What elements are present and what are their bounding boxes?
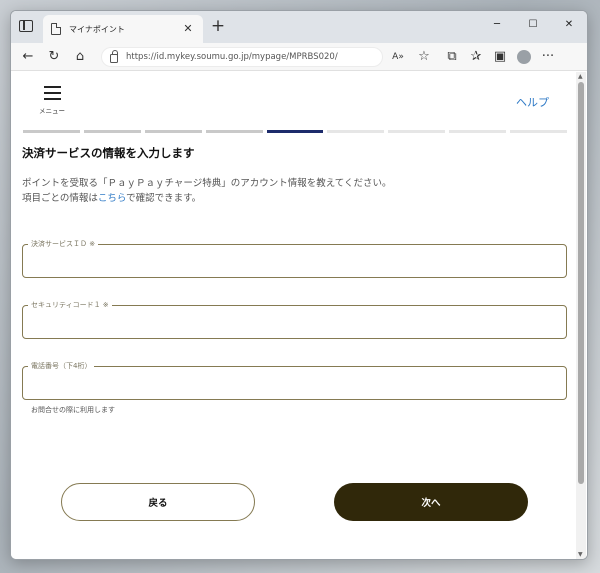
phone-number-field[interactable]: 電話番号（下4桁） [22, 361, 567, 400]
read-aloud-icon[interactable]: A» [387, 46, 409, 68]
tab-close-icon[interactable]: ✕ [181, 22, 195, 36]
page-title: 決済サービスの情報を入力します [22, 146, 195, 160]
back-button[interactable]: 戻る [61, 483, 255, 521]
description-line-1: ポイントを受取る「ＰａｙＰａｙチャージ特典」のアカウント情報を教えてください。 [22, 178, 392, 189]
help-link[interactable]: ヘルプ [516, 94, 549, 110]
progress-step [388, 130, 446, 133]
security-code-input[interactable] [23, 306, 566, 338]
progress-step [510, 130, 568, 133]
next-button[interactable]: 次へ [334, 483, 528, 521]
security-code-label: セキュリティコード１ ※ [28, 300, 112, 310]
more-icon[interactable]: ··· [537, 46, 559, 68]
title-bar: マイナポイント ✕ + ─ ☐ ✕ [11, 11, 587, 43]
url-text: https://id.mykey.soumu.go.jp/mypage/MPRB… [126, 51, 338, 62]
phone-hint: お問合せの際に利用します [31, 406, 115, 414]
add-favorite-icon[interactable]: ☆ [413, 46, 435, 68]
lock-icon[interactable] [110, 49, 118, 63]
progress-step [144, 130, 202, 133]
profile-avatar[interactable] [513, 46, 535, 68]
back-arrow-icon[interactable]: ← [17, 46, 39, 68]
progress-step [23, 130, 80, 133]
payment-service-id-input[interactable] [23, 245, 566, 277]
scroll-thumb[interactable] [578, 82, 584, 484]
favorites-icon[interactable]: ✰ [465, 46, 487, 68]
window-controls: ─ ☐ ✕ [479, 11, 587, 37]
scroll-down-icon[interactable]: ▼ [578, 551, 583, 558]
phone-number-input[interactable] [23, 367, 566, 399]
page-icon [51, 23, 61, 35]
progress-step [83, 130, 141, 133]
browser-toolbar: ← ↻ ⌂ https://id.mykey.soumu.go.jp/mypag… [11, 43, 587, 71]
security-code-field[interactable]: セキュリティコード１ ※ [22, 300, 567, 339]
info-link[interactable]: こちら [98, 193, 126, 204]
payment-service-id-label: 決済サービスＩＤ ※ [28, 239, 99, 249]
refresh-icon[interactable]: ↻ [43, 46, 65, 68]
description-line-2: 項目ごとの情報はこちらで確認できます。 [22, 193, 202, 204]
menu-label: メニュー [39, 107, 65, 115]
scrollbar[interactable]: ▲ ▼ [576, 72, 586, 559]
menu-button[interactable]: メニュー [37, 86, 67, 116]
hamburger-icon [43, 86, 61, 100]
tab-title: マイナポイント [69, 24, 125, 34]
browser-tab[interactable]: マイナポイント ✕ [43, 15, 203, 43]
progress-step-current [266, 130, 324, 133]
address-bar[interactable]: https://id.mykey.soumu.go.jp/mypage/MPRB… [101, 46, 383, 67]
description: ポイントを受取る「ＰａｙＰａｙチャージ特典」のアカウント情報を教えてください。 … [22, 176, 391, 206]
progress-step [205, 130, 263, 133]
close-window-icon[interactable]: ✕ [551, 11, 587, 37]
progress-step [327, 130, 385, 133]
scroll-up-icon[interactable]: ▲ [578, 73, 583, 80]
new-tab-icon[interactable]: + [209, 16, 227, 36]
progress-steps [23, 130, 568, 133]
extensions-icon[interactable]: ⧉ [441, 46, 463, 68]
progress-step [449, 130, 507, 133]
tab-actions-icon[interactable] [19, 20, 33, 32]
phone-number-label: 電話番号（下4桁） [28, 361, 95, 371]
page-content: メニュー ヘルプ 決済サービスの情報を入力します ポイントを受取る「ＰａｙＰａｙ… [11, 72, 587, 559]
collections-icon[interactable]: ▣ [489, 46, 511, 68]
browser-window: マイナポイント ✕ + ─ ☐ ✕ ← ↻ ⌂ https://id.mykey… [10, 10, 588, 560]
payment-service-id-field[interactable]: 決済サービスＩＤ ※ [22, 239, 567, 278]
home-icon[interactable]: ⌂ [69, 46, 91, 68]
minimize-icon[interactable]: ─ [479, 11, 515, 37]
maximize-icon[interactable]: ☐ [515, 11, 551, 37]
